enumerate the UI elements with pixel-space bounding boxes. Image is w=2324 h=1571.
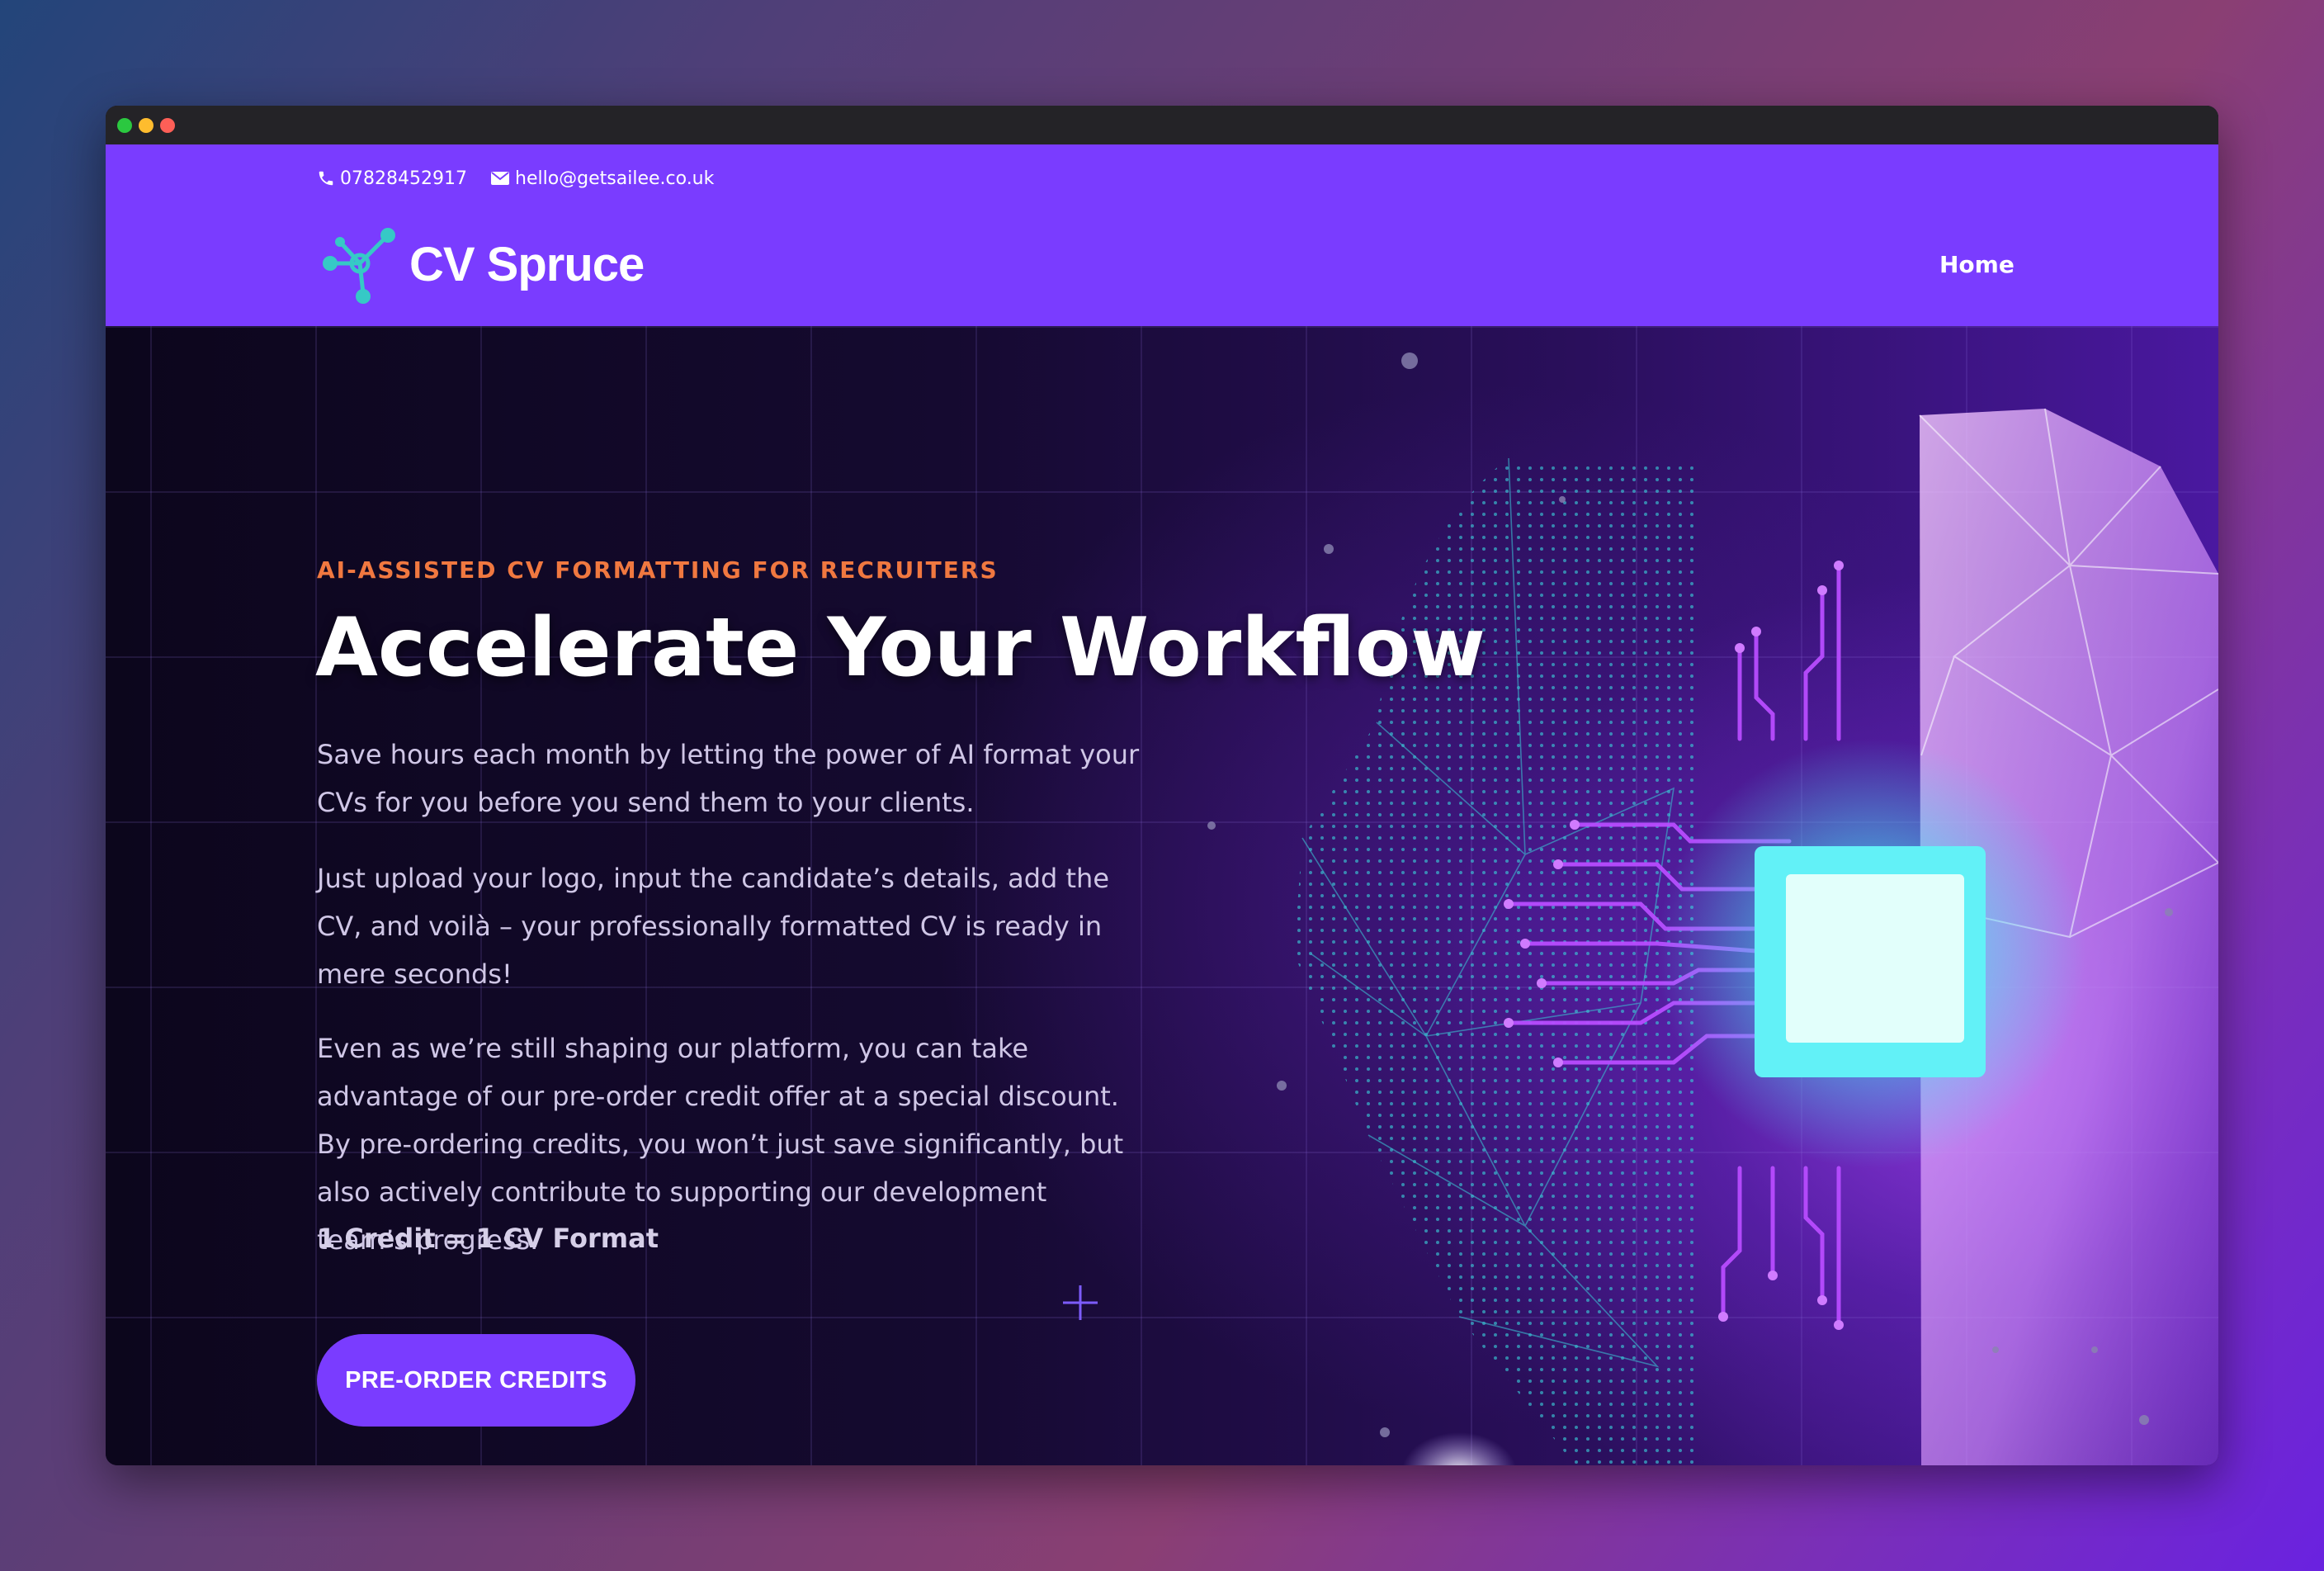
- credit-note: 1 Credit = 1 CV Format: [317, 1223, 659, 1254]
- hero-paragraph-2: Just upload your logo, input the candida…: [317, 863, 1109, 990]
- mail-icon: [491, 172, 509, 185]
- browser-window: 07828452917 hello@getsailee.co.uk CV Spr…: [106, 106, 2218, 1465]
- molecule-logo-icon[interactable]: [322, 227, 398, 305]
- phone-icon: [319, 171, 333, 186]
- nav-home-link[interactable]: Home: [1939, 247, 2015, 283]
- phone-number: 07828452917: [340, 168, 467, 189]
- hero-eyebrow: AI-ASSISTED CV FORMATTING FOR RECRUITERS: [317, 556, 999, 584]
- hero-section: AI-ASSISTED CV FORMATTING FOR RECRUITERS…: [106, 326, 2218, 1465]
- site-header: 07828452917 hello@getsailee.co.uk CV Spr…: [106, 144, 2218, 326]
- header-email[interactable]: hello@getsailee.co.uk: [490, 164, 714, 192]
- plus-icon: [1063, 1285, 1098, 1320]
- window-control-red[interactable]: [160, 118, 175, 133]
- pre-order-credits-button[interactable]: PRE-ORDER CREDITS: [317, 1334, 635, 1427]
- email-address: hello@getsailee.co.uk: [515, 168, 715, 189]
- window-titlebar: [106, 106, 2218, 144]
- window-control-yellow[interactable]: [139, 118, 154, 133]
- hero-paragraph-1: Save hours each month by letting the pow…: [317, 739, 1140, 818]
- hero-headline: Accelerate Your Workflow: [315, 601, 1486, 695]
- brand-name[interactable]: CV Spruce: [409, 232, 645, 298]
- header-phone[interactable]: 07828452917: [317, 164, 467, 192]
- window-control-green[interactable]: [117, 118, 132, 133]
